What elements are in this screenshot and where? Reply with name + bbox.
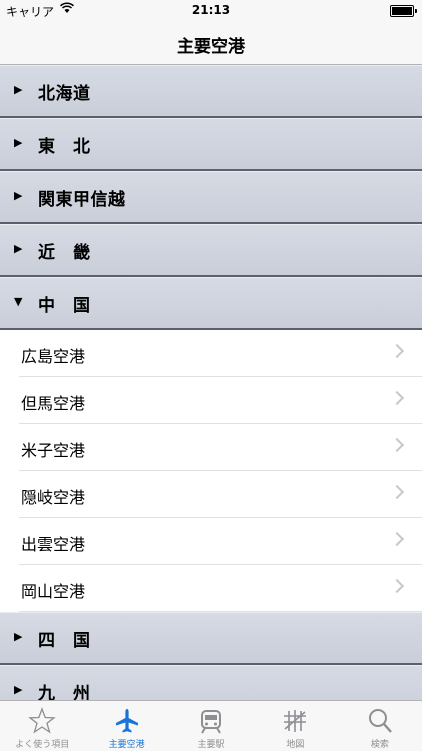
clock: 21:13 <box>191 3 231 17</box>
navigation-bar: 主要空港 <box>0 22 422 65</box>
airport-name: 出雲空港 <box>21 535 86 554</box>
airport-name: 隠岐空港 <box>21 488 86 507</box>
section-label: 九 州 <box>38 684 91 700</box>
search-icon <box>368 709 392 733</box>
train-icon <box>201 710 222 734</box>
page-title: 主要空港 <box>177 37 245 57</box>
airport-name: 米子空港 <box>21 441 86 460</box>
tab-label: 主要空港 <box>108 740 145 750</box>
section-label: 四 国 <box>38 631 91 651</box>
chevron-right-icon <box>389 484 405 500</box>
disclosure-right-icon: ▶ <box>14 630 23 643</box>
airport-name: 広島空港 <box>21 347 86 366</box>
star-icon <box>28 707 57 734</box>
section-label: 中 国 <box>38 296 91 316</box>
section-header-tohoku[interactable]: ▶ 東 北 <box>0 118 422 171</box>
disclosure-right-icon: ▶ <box>14 83 23 96</box>
battery-icon <box>390 5 417 17</box>
airport-list[interactable]: ▶ 北海道 ▶ 東 北 ▶ 関東甲信越 ▶ 近 畿 ▼ 中 国 広島空港 但馬空… <box>0 65 422 700</box>
section-header-chugoku[interactable]: ▼ 中 国 <box>0 277 422 330</box>
section-header-hokkaido[interactable]: ▶ 北海道 <box>0 65 422 118</box>
tab-bar: よく使う項目 主要空港 主要駅 地図 検索 <box>0 700 422 751</box>
airport-name: 但馬空港 <box>21 394 86 413</box>
section-header-shikoku[interactable]: ▶ 四 国 <box>0 612 422 665</box>
chevron-right-icon <box>389 343 405 359</box>
tab-map[interactable]: 地図 <box>253 701 337 751</box>
airport-row-izumo[interactable]: 出雲空港 <box>0 518 422 565</box>
disclosure-right-icon: ▶ <box>14 136 23 149</box>
tab-major-airports[interactable]: 主要空港 <box>84 701 168 751</box>
disclosure-right-icon: ▶ <box>14 683 23 696</box>
airplane-icon <box>115 709 138 733</box>
airport-row-tajima[interactable]: 但馬空港 <box>0 377 422 424</box>
airport-row-hiroshima[interactable]: 広島空港 <box>0 330 422 377</box>
tab-search[interactable]: 検索 <box>338 701 422 751</box>
section-label: 東 北 <box>38 137 91 157</box>
airport-row-oki[interactable]: 隠岐空港 <box>0 471 422 518</box>
disclosure-down-icon: ▼ <box>14 295 23 308</box>
tab-label: 主要駅 <box>197 740 225 750</box>
map-icon <box>284 710 307 732</box>
chevron-right-icon <box>389 578 405 594</box>
airport-row-okayama[interactable]: 岡山空港 <box>0 565 422 612</box>
disclosure-right-icon: ▶ <box>14 189 23 202</box>
chevron-right-icon <box>389 437 405 453</box>
tab-favorites[interactable]: よく使う項目 <box>0 701 84 751</box>
section-header-kanto[interactable]: ▶ 関東甲信越 <box>0 171 422 224</box>
section-label: 近 畿 <box>38 243 91 263</box>
tab-major-stations[interactable]: 主要駅 <box>169 701 253 751</box>
airport-row-yonago[interactable]: 米子空港 <box>0 424 422 471</box>
chevron-right-icon <box>389 390 405 406</box>
section-header-kyushu[interactable]: ▶ 九 州 <box>0 665 422 700</box>
section-label: 関東甲信越 <box>38 190 126 210</box>
chevron-right-icon <box>389 531 405 547</box>
tab-label: 地図 <box>286 740 305 750</box>
airport-name: 岡山空港 <box>21 582 86 601</box>
status-bar: キャリア 21:13 <box>0 0 422 22</box>
tab-label: 検索 <box>370 740 389 750</box>
section-header-kinki[interactable]: ▶ 近 畿 <box>0 224 422 277</box>
disclosure-right-icon: ▶ <box>14 242 23 255</box>
tab-label: よく使う項目 <box>15 740 70 750</box>
section-label: 北海道 <box>38 84 91 104</box>
